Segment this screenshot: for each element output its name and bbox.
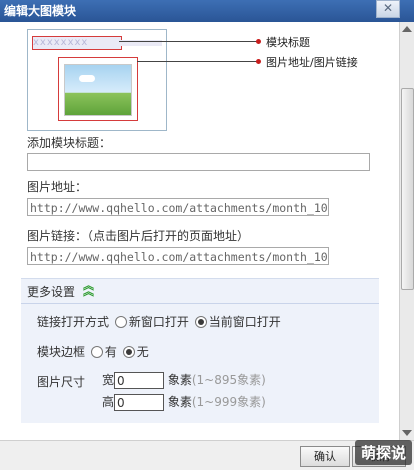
- height-hint: (1~999象素): [191, 395, 266, 409]
- image-size-label: 图片尺寸: [37, 375, 86, 389]
- border-row: 模块边框 有 无: [37, 343, 149, 360]
- module-title-label: 添加模块标题：: [27, 136, 112, 150]
- module-title-input[interactable]: [27, 153, 370, 171]
- callout-label-image: 图片地址/图片链接: [266, 56, 358, 69]
- radio-border-no-label[interactable]: 无: [137, 345, 149, 359]
- radio-current-window[interactable]: [194, 316, 207, 328]
- callout-dot-image: [256, 59, 261, 64]
- height-input[interactable]: 0: [114, 394, 165, 411]
- width-label: 宽: [102, 373, 115, 387]
- image-url-input[interactable]: http://www.qqhello.com/attachments/month…: [27, 198, 329, 216]
- callout-dot-title: [256, 39, 261, 44]
- scroll-up-icon[interactable]: [402, 26, 412, 32]
- scroll-thumb[interactable]: [401, 88, 414, 290]
- cloud-icon: [79, 75, 95, 82]
- height-label: 高: [102, 395, 115, 409]
- image-link-input[interactable]: http://www.qqhello.com/attachments/month…: [27, 247, 329, 265]
- more-settings-toggle[interactable]: 更多设置: [27, 283, 75, 300]
- module-preview: xxxxxxxx: [27, 29, 167, 131]
- image-link-label: 图片链接：（点击图片后打开的页面地址）: [27, 229, 250, 243]
- vertical-scrollbar[interactable]: [399, 22, 414, 440]
- radio-new-window-label[interactable]: 新窗口打开: [129, 315, 189, 329]
- divider: [21, 303, 379, 304]
- window-title: 编辑大图模块: [4, 4, 77, 18]
- width-unit: 象素: [167, 373, 192, 387]
- watermark-logo: 萌探说: [354, 440, 412, 465]
- border-label: 模块边框: [37, 345, 86, 359]
- callout-line-image: [137, 61, 259, 62]
- width-input[interactable]: 0: [114, 372, 165, 389]
- image-url-label: 图片地址：: [27, 180, 88, 194]
- more-settings-panel: 更多设置 ︽ ︽ 链接打开方式 新窗口打开 当前窗口打开 模块边框 有 无 图片尺…: [21, 278, 379, 423]
- width-hint: (1~895象素): [191, 373, 266, 387]
- callout-line-title: [119, 41, 259, 42]
- radio-border-yes[interactable]: [90, 346, 103, 358]
- height-unit: 象素: [167, 395, 192, 409]
- preview-image-frame: [58, 57, 138, 121]
- confirm-button[interactable]: 确认: [300, 446, 350, 467]
- callout-label-title: 模块标题: [266, 36, 310, 49]
- open-mode-label: 链接打开方式: [37, 315, 110, 329]
- width-row: 宽0 象素(1~895象素): [102, 371, 266, 389]
- scroll-down-icon[interactable]: [402, 430, 412, 436]
- preview-title-placeholder: xxxxxxxx: [32, 36, 122, 50]
- radio-current-window-label[interactable]: 当前窗口打开: [209, 315, 281, 329]
- close-icon[interactable]: ✕: [376, 0, 400, 18]
- height-row: 高0 象素(1~999象素): [102, 393, 266, 411]
- radio-border-no[interactable]: [122, 346, 135, 358]
- window-titlebar: 编辑大图模块 ✕: [0, 0, 414, 22]
- dialog-footer: 确认 取消: [0, 440, 414, 470]
- radio-border-yes-label[interactable]: 有: [105, 345, 117, 359]
- radio-new-window[interactable]: [114, 316, 127, 328]
- open-mode-row: 链接打开方式 新窗口打开 当前窗口打开: [37, 313, 281, 330]
- double-chevron-up-icon[interactable]: ︽ ︽: [83, 280, 94, 297]
- landscape-image-icon: [64, 64, 132, 116]
